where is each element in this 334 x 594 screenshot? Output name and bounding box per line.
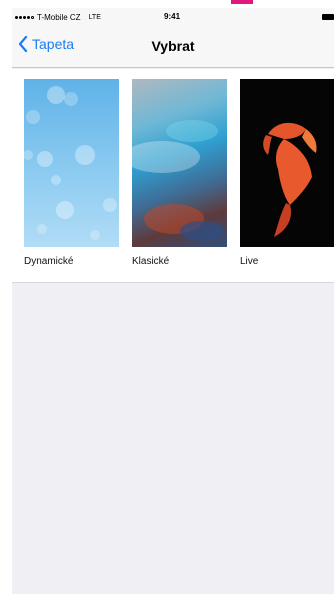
bubbles-image xyxy=(24,86,117,240)
page-title: Vybrat xyxy=(151,38,195,54)
live-wallpaper-thumbnail xyxy=(240,79,334,247)
phone-screen: T-Mobile CZ LTE 9:41 Tapeta Vybrat Dynam… xyxy=(12,8,334,594)
status-bar: T-Mobile CZ LTE 9:41 xyxy=(12,8,334,26)
wallpaper-category-label: Klasické xyxy=(132,256,170,267)
wallpaper-category-dynamic[interactable]: Dynamické xyxy=(24,79,119,267)
navigation-bar: Tapeta Vybrat xyxy=(12,26,334,68)
top-indicator xyxy=(231,0,253,4)
carrier-name: T-Mobile CZ xyxy=(37,12,81,22)
wallpaper-categories: Dynamické Klasické Live xyxy=(12,69,334,283)
wallpaper-category-label: Live xyxy=(240,256,259,267)
wallpaper-category-label: Dynamické xyxy=(24,256,74,267)
wallpaper-category-classic[interactable]: Klasické xyxy=(132,79,227,267)
classic-wallpaper-thumbnail xyxy=(132,79,227,247)
network-type: LTE xyxy=(88,13,101,21)
abstract-paint-image xyxy=(132,120,224,241)
status-time: 9:41 xyxy=(164,12,181,21)
wallpaper-category-live[interactable]: Live xyxy=(240,79,334,267)
signal-strength-icon xyxy=(15,15,34,19)
dynamic-wallpaper-thumbnail xyxy=(24,79,119,247)
betta-fish-image xyxy=(263,122,317,237)
battery-icon xyxy=(322,14,334,20)
